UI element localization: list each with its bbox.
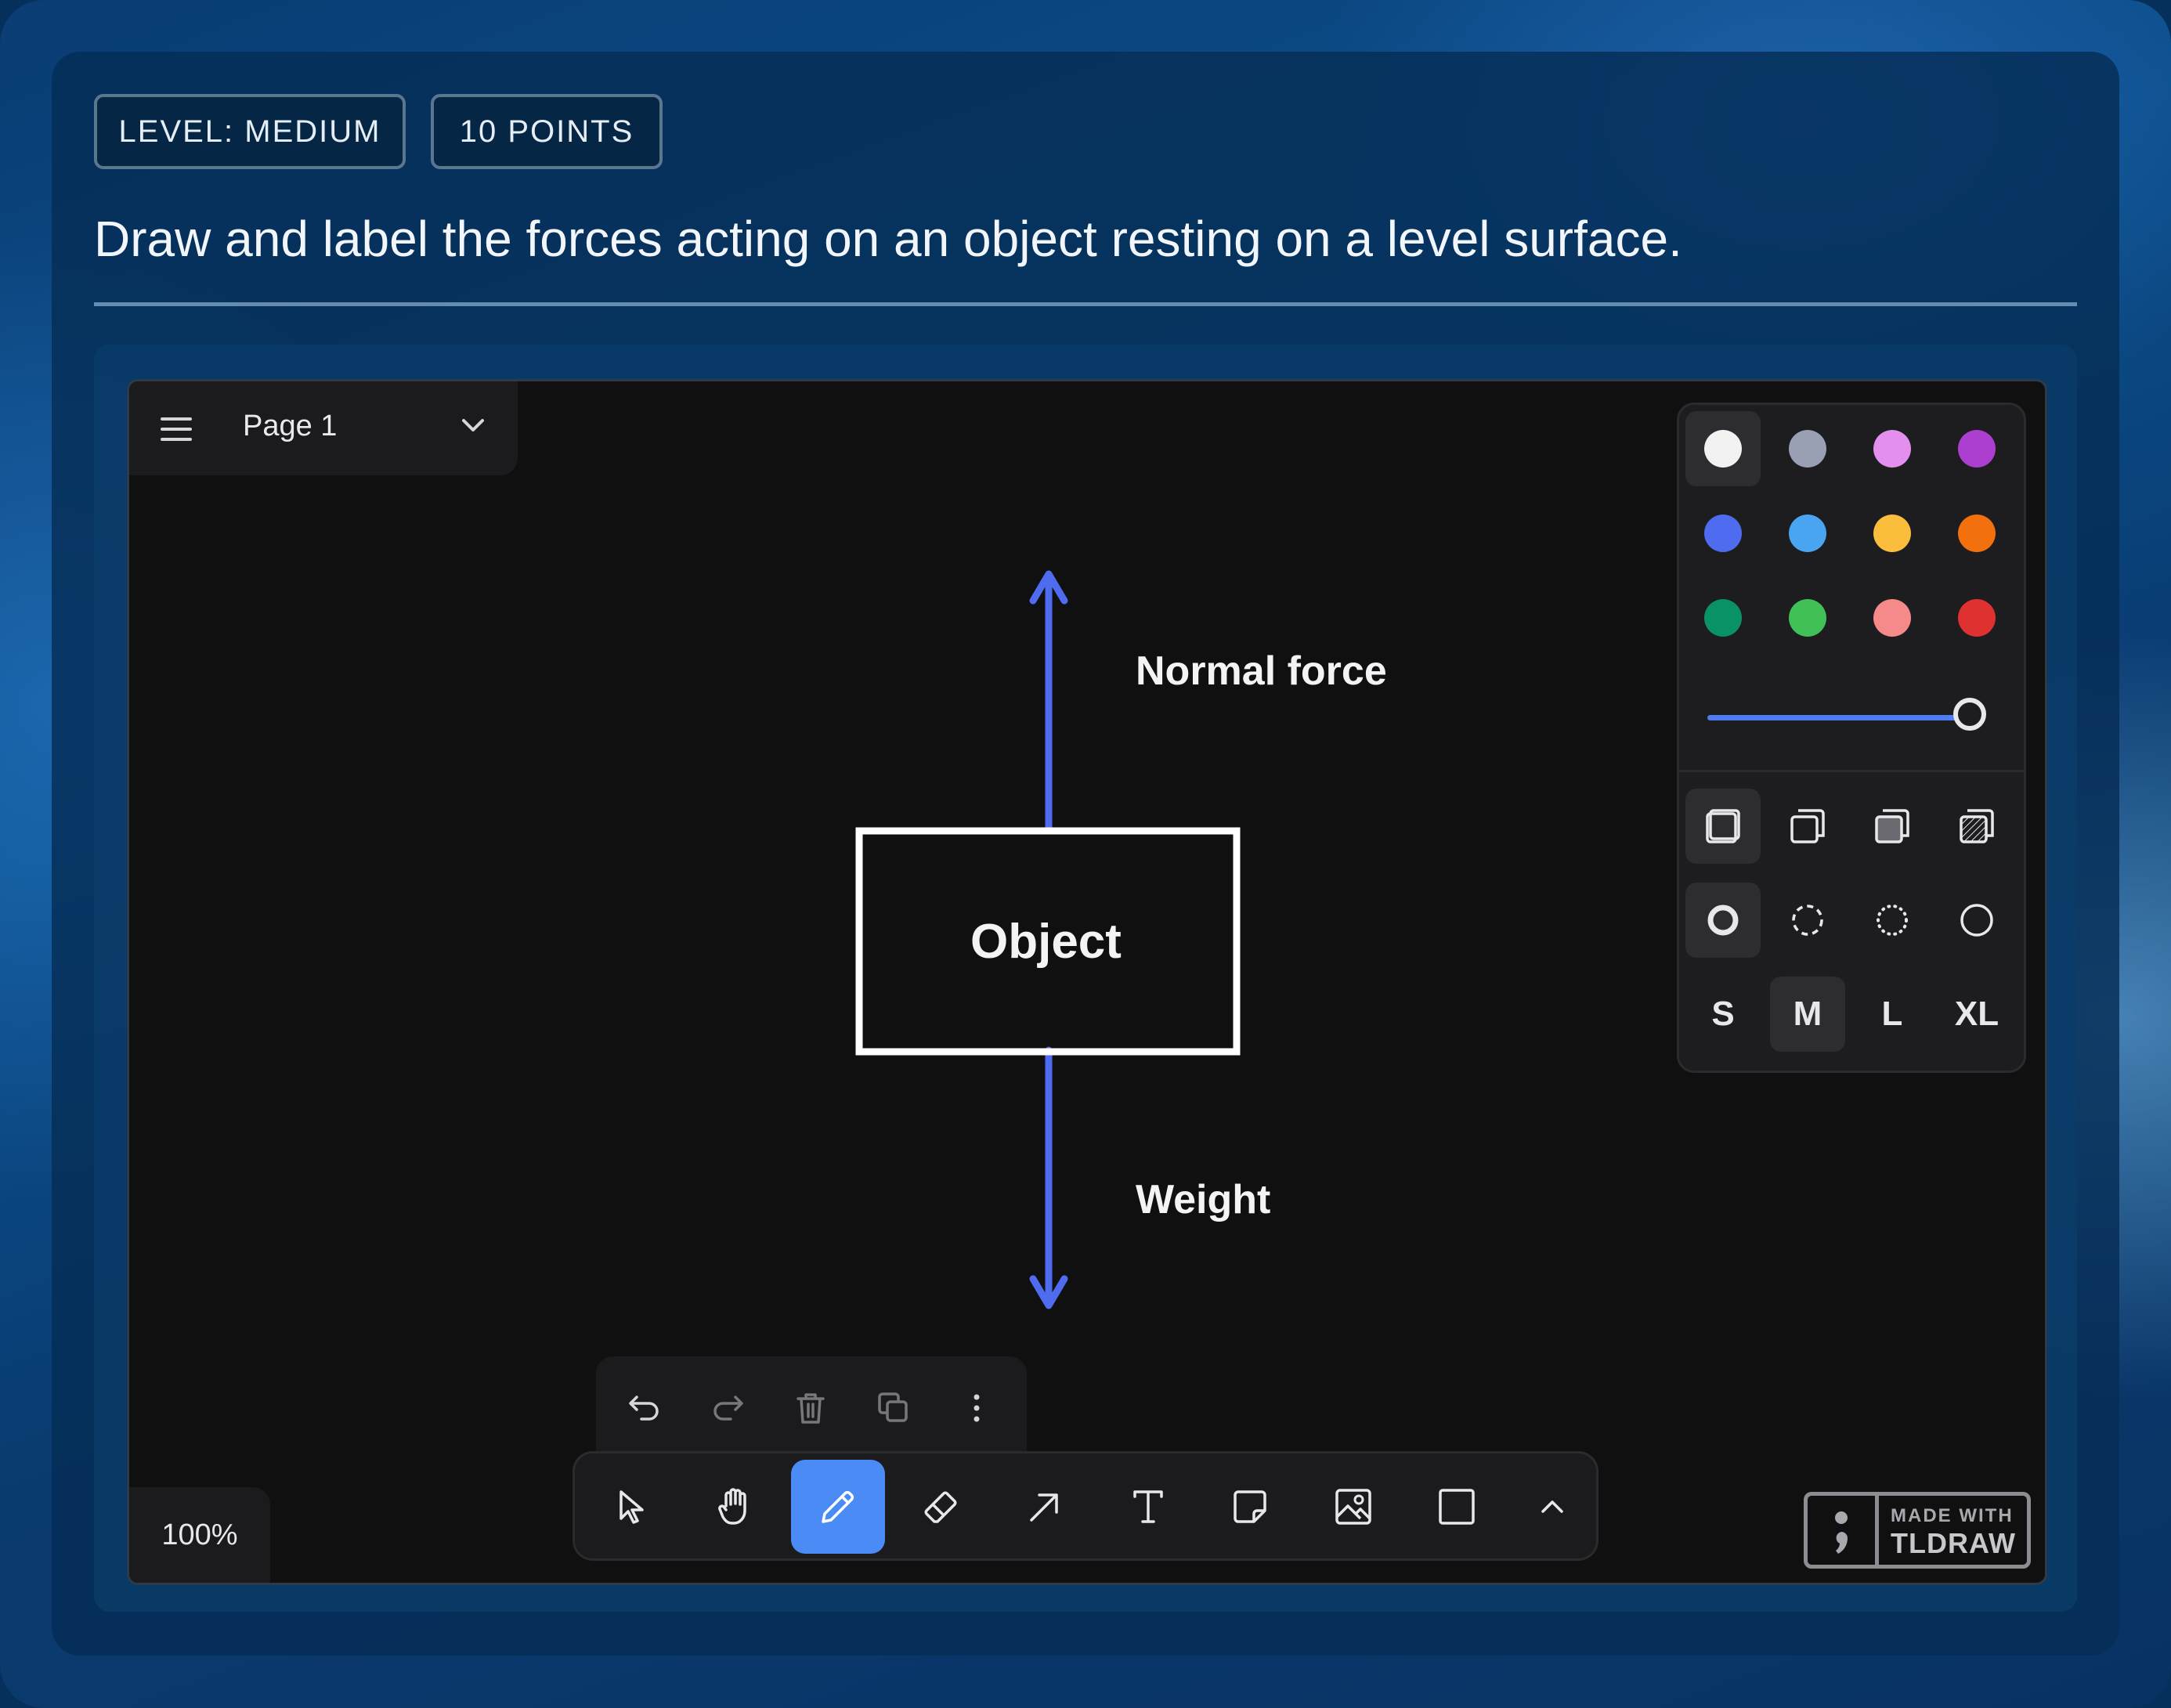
rectangle-tool[interactable] <box>1410 1460 1504 1554</box>
color-swatch[interactable] <box>1939 411 2014 486</box>
image-tool[interactable] <box>1306 1460 1400 1554</box>
color-dot <box>1704 430 1742 468</box>
color-swatch[interactable] <box>1855 411 1930 486</box>
chevron-up-icon <box>1541 1500 1563 1513</box>
select-tool[interactable] <box>586 1460 680 1554</box>
text-icon <box>1133 1490 1163 1523</box>
level-badge: LEVEL: MEDIUM <box>94 94 406 169</box>
chevron-down-icon[interactable] <box>461 417 485 433</box>
color-swatch[interactable] <box>1770 411 1845 486</box>
image-icon <box>1335 1489 1371 1525</box>
dash-solid-button[interactable] <box>1939 883 2014 958</box>
color-dot <box>1958 599 1996 637</box>
tldraw-logo-icon <box>1835 1511 1848 1554</box>
rectangle-icon <box>1439 1489 1475 1525</box>
action-bar <box>596 1356 1027 1455</box>
hand-tool[interactable] <box>689 1460 783 1554</box>
color-dot <box>1873 430 1911 468</box>
arrow-icon <box>1030 1493 1058 1522</box>
color-swatch[interactable] <box>1770 496 1845 571</box>
color-dot <box>1873 515 1911 552</box>
fill-pattern-button[interactable] <box>1939 789 2014 864</box>
more-vertical-icon <box>974 1394 980 1422</box>
select-icon <box>620 1490 644 1524</box>
normal-force-arrow[interactable] <box>1029 570 1068 835</box>
color-dot <box>1873 599 1911 637</box>
fill-none-icon <box>1706 809 1740 843</box>
arrow-tool[interactable] <box>998 1460 1092 1554</box>
weight-label[interactable]: Weight <box>1136 1176 1270 1223</box>
dash-draw-button[interactable] <box>1685 883 1761 958</box>
watermark-line2: TLDRAW <box>1891 1527 2016 1559</box>
main-toolbar <box>573 1451 1598 1561</box>
text-tool[interactable] <box>1101 1460 1195 1554</box>
color-swatch[interactable] <box>1685 580 1761 655</box>
slider-thumb[interactable] <box>1953 698 1986 731</box>
duplicate-icon <box>878 1392 908 1422</box>
eraser-tool[interactable] <box>894 1460 988 1554</box>
made-with-tldraw-badge[interactable]: MADE WITH TLDRAW <box>1804 1492 2031 1569</box>
slider-track[interactable] <box>1707 715 1980 720</box>
color-swatch[interactable] <box>1770 580 1845 655</box>
object-label[interactable]: Object <box>970 914 1122 970</box>
color-dot <box>1789 430 1826 468</box>
color-swatch[interactable] <box>1685 411 1761 486</box>
dash-dotted-icon <box>1877 905 1908 936</box>
dash-dashed-icon <box>1792 905 1823 936</box>
size-m-button[interactable]: M <box>1770 977 1845 1052</box>
size-l-button[interactable]: L <box>1855 977 1930 1052</box>
zoom-menu-button[interactable]: 100% <box>129 1487 270 1583</box>
redo-icon <box>713 1396 743 1421</box>
color-dot <box>1789 515 1826 552</box>
size-xl-button[interactable]: XL <box>1939 977 2014 1052</box>
divider <box>94 302 2077 306</box>
style-panel: S M L XL <box>1677 403 2026 1073</box>
normal-force-label[interactable]: Normal force <box>1136 648 1387 695</box>
delete-button[interactable] <box>779 1377 842 1439</box>
eraser-icon <box>924 1491 957 1523</box>
pencil-icon <box>822 1490 854 1523</box>
color-swatch[interactable] <box>1939 496 2014 571</box>
size-s-button[interactable]: S <box>1685 977 1761 1052</box>
fill-pattern-icon <box>1960 809 1994 843</box>
fill-solid-button[interactable] <box>1855 789 1930 864</box>
color-swatch[interactable] <box>1855 496 1930 571</box>
color-swatch[interactable] <box>1939 580 2014 655</box>
note-icon <box>1234 1490 1266 1523</box>
color-dot <box>1704 599 1742 637</box>
redo-button[interactable] <box>696 1377 759 1439</box>
page-menu[interactable]: Page 1 <box>129 381 518 475</box>
color-dot <box>1958 515 1996 552</box>
color-dot <box>1789 599 1826 637</box>
color-swatch[interactable] <box>1855 580 1930 655</box>
weight-arrow[interactable] <box>1029 1046 1068 1309</box>
fill-semi-icon <box>1790 809 1825 843</box>
undo-button[interactable] <box>613 1377 676 1439</box>
hamburger-menu-icon[interactable] <box>161 417 192 448</box>
fill-solid-icon <box>1875 809 1909 843</box>
drawing-editor[interactable]: Object Normal force Weight Page 1 S M L … <box>127 379 2047 1585</box>
undo-icon <box>629 1396 659 1421</box>
fill-none-button[interactable] <box>1685 789 1761 864</box>
watermark-line1: MADE WITH <box>1891 1505 2014 1526</box>
dash-draw-icon <box>1707 905 1739 936</box>
points-badge: 10 POINTS <box>431 94 663 169</box>
more-tools-button[interactable] <box>1505 1460 1599 1554</box>
question-text: Draw and label the forces acting on an o… <box>94 211 1682 267</box>
duplicate-button[interactable] <box>862 1377 925 1439</box>
page-name[interactable]: Page 1 <box>243 410 337 443</box>
pencil-tool[interactable] <box>791 1460 885 1554</box>
note-tool[interactable] <box>1203 1460 1297 1554</box>
panel-divider <box>1679 770 2024 772</box>
dash-solid-icon <box>1960 904 1993 937</box>
dash-dotted-button[interactable] <box>1855 883 1930 958</box>
more-actions-button[interactable] <box>945 1377 1008 1439</box>
color-swatch[interactable] <box>1685 496 1761 571</box>
dash-dashed-button[interactable] <box>1770 883 1845 958</box>
color-dot <box>1958 430 1996 468</box>
hand-icon <box>718 1488 746 1525</box>
color-dot <box>1704 515 1742 552</box>
fill-semi-button[interactable] <box>1770 789 1845 864</box>
trash-icon <box>797 1393 825 1424</box>
